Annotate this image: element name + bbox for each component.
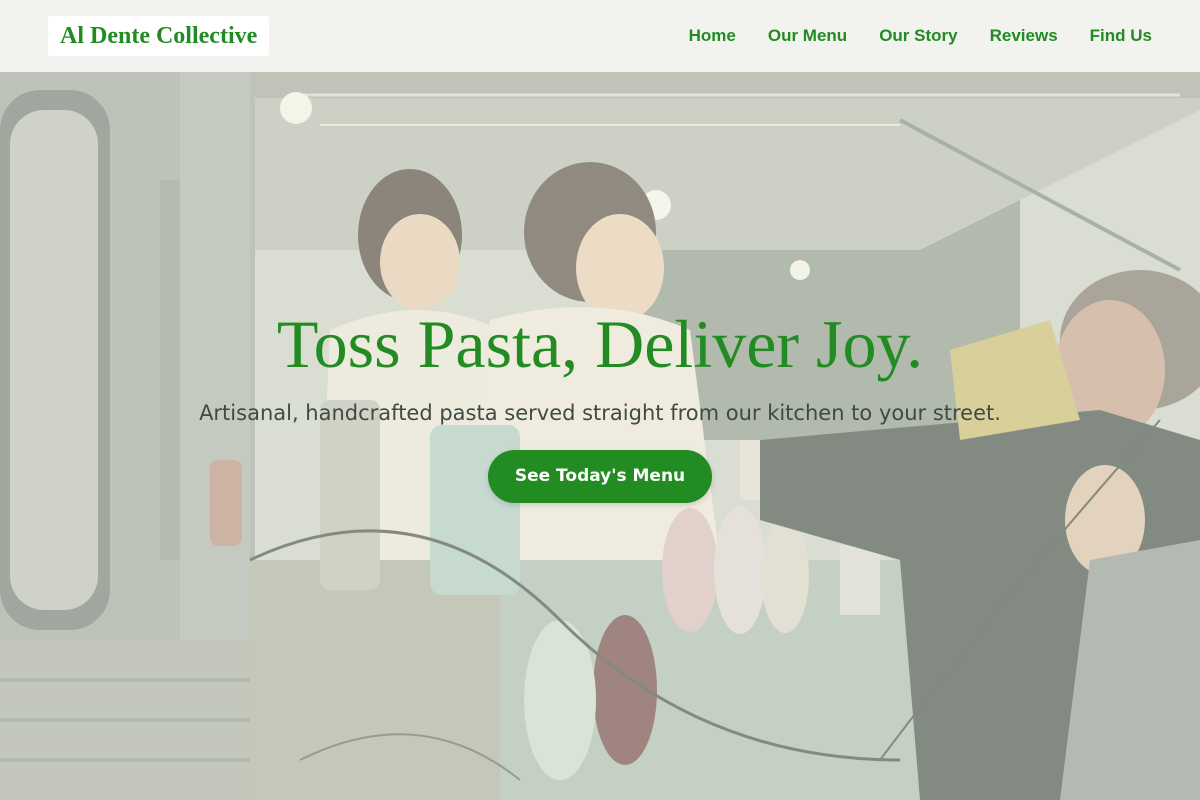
- see-menu-button[interactable]: See Today's Menu: [488, 450, 712, 503]
- brand-name: Al Dente Collective: [60, 22, 258, 49]
- nav-link-our-menu[interactable]: Our Menu: [768, 26, 847, 45]
- nav-link-our-story[interactable]: Our Story: [879, 26, 957, 45]
- nav-item-our-menu: Our Menu: [768, 26, 847, 46]
- nav-item-find-us: Find Us: [1090, 26, 1152, 46]
- nav-item-our-story: Our Story: [879, 26, 957, 46]
- nav-link-home[interactable]: Home: [689, 26, 736, 45]
- hero-title: Toss Pasta, Deliver Joy.: [276, 306, 924, 382]
- site-header: Al Dente Collective Home Our Menu Our St…: [0, 0, 1200, 72]
- brand-logo-link[interactable]: Al Dente Collective: [48, 16, 270, 56]
- hero-content: Toss Pasta, Deliver Joy. Artisanal, hand…: [0, 296, 1200, 503]
- nav-item-home: Home: [689, 26, 736, 46]
- hero-tagline: Artisanal, handcrafted pasta served stra…: [199, 401, 1001, 425]
- main-navigation: Home Our Menu Our Story Reviews Find Us: [689, 0, 1152, 72]
- nav-link-reviews[interactable]: Reviews: [990, 26, 1058, 45]
- nav-item-reviews: Reviews: [990, 26, 1058, 46]
- nav-link-find-us[interactable]: Find Us: [1090, 26, 1152, 45]
